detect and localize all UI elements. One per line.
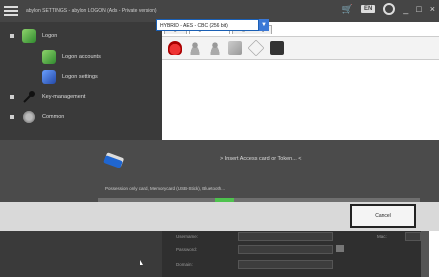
sidebar-item-logon-accounts[interactable]: Logon accounts xyxy=(42,50,101,64)
save-icon[interactable] xyxy=(270,41,284,55)
token-dialog-header xyxy=(0,140,439,202)
domain-label: Domain: xyxy=(176,262,193,267)
token-hint: Possession only card, Memorycard (USB-St… xyxy=(105,186,226,191)
sidebar-item-label: Logon xyxy=(42,33,58,39)
progress-bar xyxy=(98,198,420,202)
sidebar-item-label: Key-management xyxy=(42,94,86,100)
hamburger-menu-icon[interactable] xyxy=(4,6,18,16)
user-icon xyxy=(42,50,56,64)
username-label: Username: xyxy=(176,234,199,239)
expand-icon xyxy=(10,34,14,38)
password-label: Password: xyxy=(176,247,198,252)
sidebar-item-logon[interactable]: Logon xyxy=(10,29,57,43)
help-icon[interactable] xyxy=(383,3,396,15)
username-input[interactable] xyxy=(238,232,333,241)
encryption-select[interactable]: HYBRID - AES - CBC (256 bit) xyxy=(156,19,259,31)
cart-icon[interactable]: 🛒 xyxy=(342,4,353,15)
sidebar-item-common[interactable]: Common xyxy=(10,110,64,124)
chevron-down-icon[interactable]: ▼ xyxy=(259,19,269,31)
progress-bar-fill xyxy=(215,198,235,202)
maximize-button[interactable]: □ xyxy=(416,4,421,14)
close-button[interactable]: × xyxy=(430,4,435,14)
password-input[interactable] xyxy=(238,245,333,254)
add-user-icon[interactable] xyxy=(188,41,202,55)
expand-icon xyxy=(10,115,14,119)
domain-input[interactable] xyxy=(238,260,333,269)
toolbar xyxy=(162,36,439,60)
gear-icon xyxy=(22,110,36,124)
lock-icon[interactable] xyxy=(168,41,182,55)
insert-token-prompt: > Insert Access card or Token... < xyxy=(220,156,302,162)
mac-input[interactable] xyxy=(405,232,421,241)
logon-icon xyxy=(22,29,36,43)
language-badge[interactable]: EN xyxy=(360,5,376,13)
remove-user-icon[interactable] xyxy=(208,41,222,55)
key-icon xyxy=(22,90,36,104)
expand-icon xyxy=(10,95,14,99)
sidebar-item-label: Logon settings xyxy=(62,74,98,80)
sidebar-item-key-management[interactable]: Key-management xyxy=(10,90,85,104)
user-settings-icon xyxy=(42,70,56,84)
card-icon[interactable] xyxy=(228,41,242,55)
key-icon[interactable] xyxy=(336,245,344,252)
cancel-button[interactable]: Cancel xyxy=(350,204,416,228)
sidebar-item-label: Common xyxy=(42,114,65,120)
mac-label: Mac: xyxy=(377,234,387,239)
minimize-button[interactable]: _ xyxy=(403,4,408,14)
card-icon xyxy=(102,152,128,169)
sidebar-item-label: Logon accounts xyxy=(62,54,101,60)
eraser-icon[interactable] xyxy=(247,39,265,57)
sidebar-item-logon-settings[interactable]: Logon settings xyxy=(42,70,98,84)
window-title: abylon SETTINGS - abylon LOGON (Ads - Pr… xyxy=(26,8,157,14)
mouse-cursor xyxy=(140,260,143,265)
